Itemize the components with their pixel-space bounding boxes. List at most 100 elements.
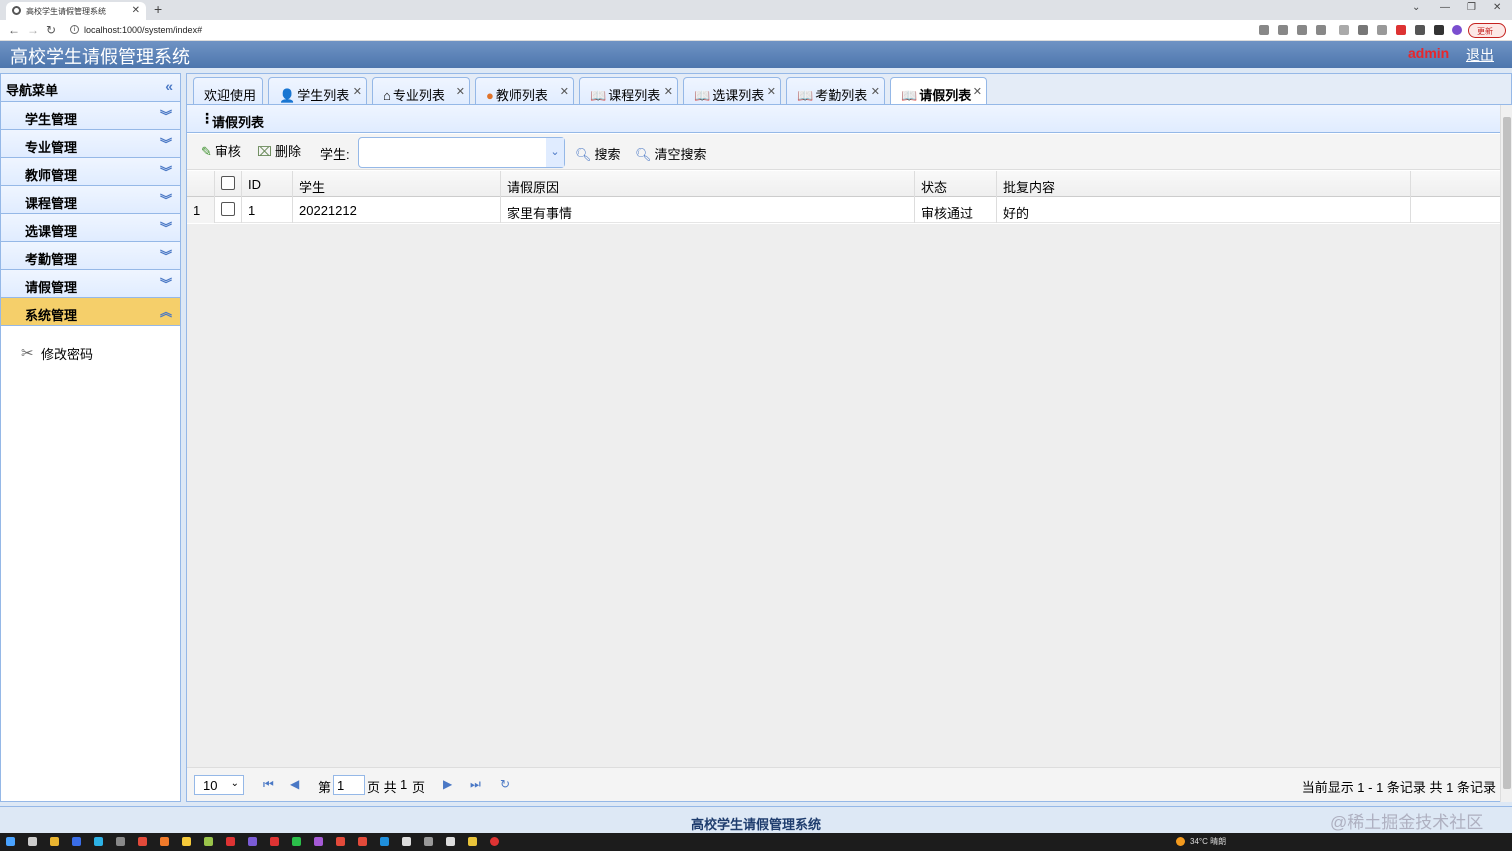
- next-page-icon[interactable]: ▶: [443, 777, 452, 791]
- sidebar-icon[interactable]: [1434, 25, 1444, 35]
- close-icon[interactable]: ✕: [973, 85, 982, 98]
- collapse-icon[interactable]: «: [165, 78, 173, 94]
- sidebar-item-major[interactable]: 专业管理 ︾: [1, 130, 180, 158]
- site-info-icon[interactable]: i: [70, 25, 79, 34]
- app-icon[interactable]: [446, 837, 455, 846]
- app-icon[interactable]: [94, 837, 103, 846]
- update-button[interactable]: 更新: [1468, 23, 1506, 38]
- approve-button[interactable]: ✎ 审核: [201, 141, 241, 160]
- sidebar-item-teacher[interactable]: 教师管理 ︾: [1, 158, 180, 186]
- row-number-header: [187, 171, 215, 197]
- app-icon[interactable]: [116, 837, 125, 846]
- prev-page-icon[interactable]: ◀: [290, 777, 299, 791]
- scrollbar[interactable]: [1500, 105, 1512, 802]
- sidebar-item-student[interactable]: 学生管理 ︾: [1, 102, 180, 130]
- column-header[interactable]: 状态: [915, 171, 997, 197]
- sidebar-item-course[interactable]: 课程管理 ︾: [1, 186, 180, 214]
- close-icon[interactable]: ✕: [767, 85, 776, 98]
- column-header[interactable]: ID: [242, 171, 293, 197]
- app-icon[interactable]: [138, 837, 147, 846]
- shield-icon[interactable]: [1396, 25, 1406, 35]
- close-icon[interactable]: ✕: [664, 85, 673, 98]
- wechat-icon[interactable]: [292, 837, 301, 846]
- sidebar-item-attendance[interactable]: 考勤管理 ︾: [1, 242, 180, 270]
- close-icon[interactable]: ✕: [353, 85, 362, 98]
- app-icon[interactable]: [314, 837, 323, 846]
- sidebar-item-selection[interactable]: 选课管理 ︾: [1, 214, 180, 242]
- close-icon[interactable]: ✕: [871, 85, 880, 98]
- column-header[interactable]: 批复内容: [997, 171, 1411, 197]
- sidebar-item-system[interactable]: 系统管理 ︽: [1, 298, 180, 326]
- table-row[interactable]: 1 1 20221212 家里有事情 审核通过 好的: [187, 197, 1500, 223]
- app-icon[interactable]: [270, 837, 279, 846]
- page-number-input[interactable]: 1: [333, 775, 365, 795]
- app-icon[interactable]: [424, 837, 433, 846]
- book-icon: 📖: [901, 88, 918, 103]
- tab-welcome[interactable]: 欢迎使用: [193, 77, 263, 106]
- app-icon[interactable]: [358, 837, 367, 846]
- browser-tab[interactable]: 高校学生请假管理系统 ✕: [6, 2, 146, 20]
- app-icon[interactable]: [226, 837, 235, 846]
- app-icon[interactable]: [204, 837, 213, 846]
- app-icon[interactable]: [72, 837, 81, 846]
- new-tab-icon[interactable]: +: [154, 1, 162, 17]
- chrome-icon[interactable]: [50, 837, 59, 846]
- column-header[interactable]: 请假原因: [501, 171, 915, 197]
- student-combobox[interactable]: ⌄: [358, 137, 565, 168]
- page-size-select[interactable]: 10 ⌄: [194, 775, 244, 795]
- tab-attendance-list[interactable]: 📖 考勤列表 ✕: [786, 77, 885, 106]
- sidebar-item-leave[interactable]: 请假管理 ︾: [1, 270, 180, 298]
- reload-icon[interactable]: ↻: [46, 23, 56, 37]
- chevron-down-icon[interactable]: ⌄: [546, 138, 564, 167]
- clear-search-button[interactable]: 🔍︎ 清空搜索: [635, 144, 707, 163]
- tab-selection-list[interactable]: 📖 选课列表 ✕: [683, 77, 781, 106]
- extension-icon[interactable]: [1377, 25, 1387, 35]
- extension-icon[interactable]: [1339, 25, 1349, 35]
- puzzle-icon[interactable]: [1415, 25, 1425, 35]
- delete-button[interactable]: ⌧ 删除: [257, 141, 301, 160]
- back-icon[interactable]: ←: [8, 23, 20, 37]
- app-icon[interactable]: [468, 837, 477, 846]
- url-field[interactable]: i localhost:1000/system/index#: [70, 23, 1250, 38]
- sidebar-subitem-change-password[interactable]: ✂ 修改密码: [21, 344, 93, 363]
- tab-major-list[interactable]: ⌂ 专业列表 ✕: [372, 77, 470, 106]
- tab-student-list[interactable]: 👤 学生列表 ✕: [268, 77, 367, 106]
- window-close-icon[interactable]: ✕: [1493, 2, 1501, 13]
- tab-search-icon[interactable]: ⌄: [1412, 2, 1420, 13]
- tab-leave-list[interactable]: 📖 请假列表 ✕: [890, 77, 987, 106]
- app-icon[interactable]: [490, 837, 499, 846]
- first-page-icon[interactable]: ⏮: [263, 777, 274, 792]
- search-button[interactable]: 🔍︎ 搜索: [575, 144, 621, 163]
- minimize-icon[interactable]: —: [1440, 2, 1450, 13]
- row-checkbox[interactable]: [221, 202, 235, 216]
- key-icon[interactable]: [1259, 25, 1269, 35]
- star-icon[interactable]: [1316, 25, 1326, 35]
- tab-teacher-list[interactable]: ● 教师列表 ✕: [475, 77, 574, 106]
- close-icon[interactable]: ✕: [560, 85, 569, 98]
- start-icon[interactable]: [6, 837, 15, 846]
- close-tab-icon[interactable]: ✕: [132, 5, 140, 16]
- tab-course-list[interactable]: 📖 课程列表 ✕: [579, 77, 678, 106]
- scrollbar-thumb[interactable]: [1503, 117, 1511, 789]
- table-header: ID 学生 请假原因 状态 批复内容: [187, 171, 1500, 197]
- camera-icon[interactable]: [1358, 25, 1368, 35]
- app-icon[interactable]: [336, 837, 345, 846]
- app-icon[interactable]: [248, 837, 257, 846]
- select-all-checkbox[interactable]: [221, 176, 235, 190]
- search-icon[interactable]: [28, 837, 37, 846]
- edge-icon[interactable]: [380, 837, 389, 846]
- restore-icon[interactable]: ❐: [1467, 2, 1476, 13]
- close-icon[interactable]: ✕: [456, 85, 465, 98]
- app-icon[interactable]: [160, 837, 169, 846]
- folder-icon[interactable]: [182, 837, 191, 846]
- column-header[interactable]: 学生: [293, 171, 501, 197]
- zoom-icon[interactable]: [1278, 25, 1288, 35]
- profile-avatar[interactable]: [1452, 25, 1462, 35]
- toolbar: ✎ 审核 ⌧ 删除 学生: ⌄ 🔍︎ 搜索 🔍︎ 清空搜索: [187, 134, 1500, 170]
- logout-link[interactable]: 退出: [1466, 45, 1494, 65]
- refresh-icon[interactable]: ↻: [500, 777, 510, 791]
- last-page-icon[interactable]: ⏭: [470, 777, 481, 792]
- app-icon[interactable]: [402, 837, 411, 846]
- share-icon[interactable]: [1297, 25, 1307, 35]
- forward-icon[interactable]: →: [27, 23, 39, 37]
